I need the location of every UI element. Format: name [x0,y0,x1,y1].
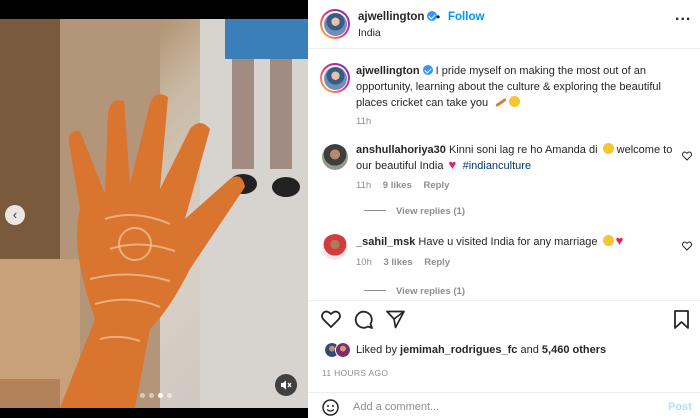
carousel-dot [140,393,145,398]
comment-item: anshullahoriya30 Kinni soni lag re ho Am… [308,142,700,222]
heart-eyes-emoji-icon [602,143,614,154]
post-comment-button[interactable]: Post [668,401,692,413]
post-header: ajwellington • Follow India ... [308,0,700,49]
view-replies-button[interactable]: View replies (1) [364,286,465,297]
comment-text: _sahil_msk Have u visited India for any … [356,233,674,250]
comment-username[interactable]: anshullahoriya30 [356,144,446,156]
more-options-icon[interactable]: ... [675,7,691,25]
verified-badge-icon [422,65,433,75]
likes-count-link[interactable]: 5,460 others [542,344,606,356]
add-comment-bar: Add a comment... Post [308,392,700,418]
view-replies-label[interactable]: View replies (1) [396,206,465,217]
reply-button[interactable]: Reply [424,180,450,191]
likes-middle: and [520,344,539,356]
post-caption: ajwellington I pride myself on making th… [308,61,700,127]
like-comment-heart-icon[interactable] [682,241,692,251]
caption-username[interactable]: ajwellington [356,65,420,77]
commenter-avatar[interactable] [322,144,348,170]
likes-text: Liked by jemimah_rodrigues_fc and 5,460 … [356,344,606,356]
header-separator: • [436,10,441,24]
likes-summary: Liked by jemimah_rodrigues_fc and 5,460 … [308,340,700,360]
caption-text: ajwellington I pride myself on making th… [356,63,674,111]
like-comment-heart-icon[interactable] [682,151,692,161]
like-heart-icon[interactable] [321,310,341,328]
comment-meta: 11h 9 likes Reply [356,180,458,191]
previous-slide-button[interactable]: ‹ [5,205,25,225]
post-location[interactable]: India [358,27,381,39]
liked-by-user-link[interactable]: jemimah_rodrigues_fc [400,344,517,356]
caption-author-avatar[interactable] [320,63,350,93]
smiling-face-icon [509,96,521,107]
save-bookmark-icon[interactable] [674,310,689,329]
carousel-dot [167,393,172,398]
instagram-post-modal: ‹ ajwellington • Follow India ... ajwell… [0,0,700,418]
comment-body: Kinni soni lag re ho Amanda di [448,144,598,156]
carousel-indicator [140,393,172,398]
cricket-bat-icon [493,96,507,107]
post-photo[interactable] [0,19,308,408]
view-replies-label[interactable]: View replies (1) [396,286,465,297]
follow-button[interactable]: Follow [448,11,484,23]
comment-meta: 10h 3 likes Reply [356,257,459,268]
add-comment-input[interactable]: Add a comment... [353,401,653,413]
post-details-panel: ajwellington • Follow India ... ajwellin… [308,0,700,418]
author-username[interactable]: ajwellington [358,11,438,23]
reply-button[interactable]: Reply [424,257,450,268]
author-avatar[interactable] [320,9,350,39]
hashtag-link[interactable]: #indianculture [463,160,532,172]
comment-item: _sahil_msk Have u visited India for any … [308,232,700,300]
carousel-dot-active [158,393,163,398]
liker-avatar[interactable] [335,342,351,358]
comment-likes[interactable]: 9 likes [383,180,412,191]
chevron-left-icon: ‹ [12,207,18,222]
comment-username[interactable]: _sahil_msk [356,236,415,248]
comments-section: ajwellington I pride myself on making th… [308,50,700,300]
replies-divider [364,290,386,291]
speaker-muted-icon [281,380,292,390]
mute-button[interactable] [275,374,297,396]
mehndi-hand-image [0,19,308,408]
red-heart-emoji-icon [616,233,627,249]
share-send-icon[interactable] [386,310,405,329]
post-media: ‹ [0,0,308,418]
likes-prefix: Liked by [356,344,397,356]
commenter-avatar[interactable] [322,234,348,260]
post-actions-bar [308,300,700,338]
red-heart-emoji-icon [449,157,460,173]
caption-time[interactable]: 11h [356,116,371,127]
emoji-picker-icon[interactable] [322,399,339,416]
laughing-emoji-icon [602,235,614,246]
comment-likes[interactable]: 3 likes [384,257,413,268]
comment-bubble-icon[interactable] [354,310,373,329]
author-username-text[interactable]: ajwellington [358,11,424,23]
comment-text: anshullahoriya30 Kinni soni lag re ho Am… [356,142,674,174]
replies-divider [364,210,386,211]
post-timestamp[interactable]: 11 HOURS AGO [322,368,388,378]
comment-time[interactable]: 11h [356,180,371,191]
comment-time[interactable]: 10h [356,257,372,268]
caption-meta: 11h [356,116,380,127]
comment-body: Have u visited India for any marriage [418,236,598,248]
view-replies-button[interactable]: View replies (1) [364,206,465,217]
carousel-dot [149,393,154,398]
